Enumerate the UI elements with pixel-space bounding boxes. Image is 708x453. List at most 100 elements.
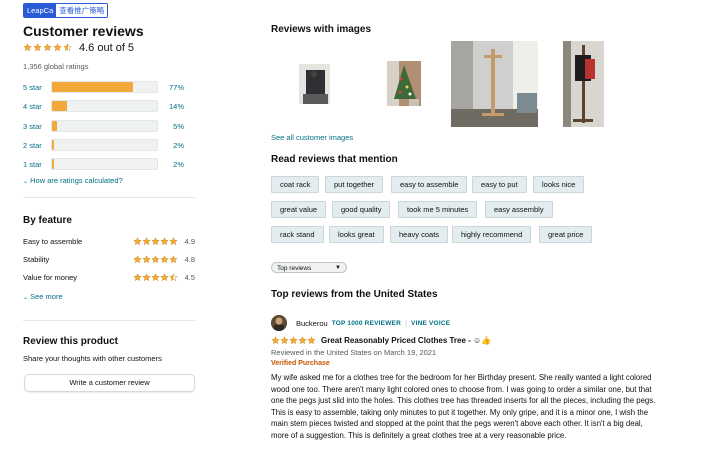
review-headline[interactable]: Great Reasonably Priced Clothes Tree - ☺… xyxy=(321,336,491,345)
reviewer-avatar-art xyxy=(271,315,287,331)
star-icon xyxy=(63,43,73,53)
vine-voice-badge[interactable]: VINE VOICE xyxy=(411,320,450,327)
divider xyxy=(23,320,195,321)
review-image-1[interactable] xyxy=(299,64,330,104)
star-icon xyxy=(43,43,53,53)
review-this-product-title: Review this product xyxy=(23,336,119,347)
chevron-down-icon: ⌄ xyxy=(23,295,29,301)
reviews-with-images-title: Reviews with images xyxy=(271,24,372,35)
sort-reviews-select[interactable]: Top reviews ▼ xyxy=(271,262,347,273)
star-icon xyxy=(53,43,63,53)
star-icon xyxy=(23,43,33,53)
mention-chip[interactable]: good quality xyxy=(332,201,391,218)
star-icon xyxy=(160,255,169,264)
leapca-brand: LeapCa xyxy=(24,4,57,17)
mention-chip[interactable]: great value xyxy=(271,201,327,218)
feature-stars xyxy=(133,255,178,264)
sort-selected-value: Top reviews xyxy=(277,265,312,272)
review-headline-row: Great Reasonably Priced Clothes Tree - ☺… xyxy=(271,336,491,345)
rating-text: 4.6 out of 5 xyxy=(79,42,135,54)
see-all-images-link[interactable]: See all customer images xyxy=(271,133,353,142)
divider xyxy=(23,197,195,198)
star-icon xyxy=(151,273,160,282)
star-icon xyxy=(280,336,289,345)
star-icon xyxy=(142,255,151,264)
top-reviews-title: Top reviews from the United States xyxy=(271,289,438,300)
write-review-button[interactable]: Write a customer review xyxy=(24,374,195,392)
feature-stars xyxy=(133,237,178,246)
histogram-fill xyxy=(52,121,58,131)
star-icon xyxy=(169,237,178,246)
review-image-3[interactable] xyxy=(451,41,538,127)
mention-chip[interactable]: heavy coats xyxy=(390,226,449,243)
mention-chip[interactable]: highly recommend xyxy=(452,226,532,243)
histogram-fill xyxy=(52,159,55,169)
histogram-row-2[interactable]: 2 star 2% xyxy=(23,139,184,151)
verified-purchase: Verified Purchase xyxy=(271,360,330,367)
feature-name: Easy to assemble xyxy=(23,237,83,246)
star-icon xyxy=(160,273,169,282)
mention-chip[interactable]: looks nice xyxy=(533,176,585,193)
mention-chip[interactable]: easy to assemble xyxy=(391,176,468,193)
see-more-link[interactable]: ⌄ See more xyxy=(23,292,63,301)
star-icon xyxy=(133,255,142,264)
feature-name: Stability xyxy=(23,255,50,264)
leapca-label: 查看推广策略 xyxy=(56,4,108,17)
top-reviewer-badge[interactable]: TOP 1000 REVIEWER xyxy=(332,320,401,327)
reviewer-name[interactable]: Buckerou xyxy=(296,319,328,328)
histogram-label: 3 star xyxy=(23,121,42,131)
histogram-bar xyxy=(51,81,158,93)
histogram-row-1[interactable]: 1 star 2% xyxy=(23,158,184,170)
review-image-4-art xyxy=(563,41,604,127)
how-ratings-calculated-link[interactable]: ⌄ How are ratings calculated? xyxy=(23,176,123,185)
feature-row: Easy to assemble 4.9 xyxy=(23,237,195,246)
review-stars xyxy=(271,336,316,345)
star-icon xyxy=(33,43,43,53)
feature-row: Value for money 4.5 xyxy=(23,273,195,282)
histogram-percent: 14% xyxy=(168,101,184,111)
mention-chip[interactable]: easy assembly xyxy=(485,201,553,218)
reviewer-line: Buckerou TOP 1000 REVIEWER | VINE VOICE xyxy=(296,319,450,328)
review-this-product-subtitle: Share your thoughts with other customers xyxy=(23,354,162,363)
histogram-percent: 5% xyxy=(173,121,184,131)
see-more-label: See more xyxy=(30,292,63,301)
histogram-bar xyxy=(51,100,158,112)
histogram-label: 1 star xyxy=(23,159,42,169)
mention-chip[interactable]: took me 5 minutes xyxy=(398,201,478,218)
reviewer-avatar[interactable] xyxy=(271,315,287,331)
global-ratings-count: 1,356 global ratings xyxy=(23,62,89,71)
mention-chip[interactable]: put together xyxy=(325,176,384,193)
feature-row: Stability 4.8 xyxy=(23,255,195,264)
mention-chip[interactable]: easy to put xyxy=(472,176,527,193)
mention-chip[interactable]: coat rack xyxy=(271,176,320,193)
star-icon xyxy=(133,237,142,246)
histogram-row-5[interactable]: 5 star 77% xyxy=(23,81,184,93)
review-image-2[interactable] xyxy=(387,61,421,106)
overall-stars xyxy=(23,43,73,53)
histogram-row-3[interactable]: 3 star 5% xyxy=(23,120,184,132)
star-icon xyxy=(169,255,178,264)
histogram-percent: 2% xyxy=(173,159,184,169)
review-body: My wife asked me for a clothes tree for … xyxy=(271,373,656,440)
histogram-fill xyxy=(52,82,133,92)
review-image-4[interactable] xyxy=(563,41,604,127)
histogram-row-4[interactable]: 4 star 14% xyxy=(23,100,184,112)
leapca-extension-badge[interactable]: LeapCa 查看推广策略 xyxy=(23,3,109,18)
star-icon xyxy=(298,336,307,345)
mention-chip[interactable]: looks great xyxy=(329,226,384,243)
review-image-3-art xyxy=(451,41,538,127)
star-icon xyxy=(307,336,316,345)
histogram-label: 2 star xyxy=(23,140,42,150)
star-icon xyxy=(289,336,298,345)
feature-value: 4.5 xyxy=(184,273,195,282)
overall-rating: 4.6 out of 5 xyxy=(23,42,134,54)
feature-value: 4.8 xyxy=(184,255,195,264)
star-icon xyxy=(142,273,151,282)
mention-chip[interactable]: great price xyxy=(539,226,593,243)
mention-chip[interactable]: rack stand xyxy=(271,226,324,243)
histogram-fill xyxy=(52,101,67,111)
star-icon xyxy=(151,255,160,264)
review-image-1-art xyxy=(299,64,330,104)
histogram-label: 4 star xyxy=(23,101,42,111)
chevron-down-icon: ▼ xyxy=(335,265,341,271)
